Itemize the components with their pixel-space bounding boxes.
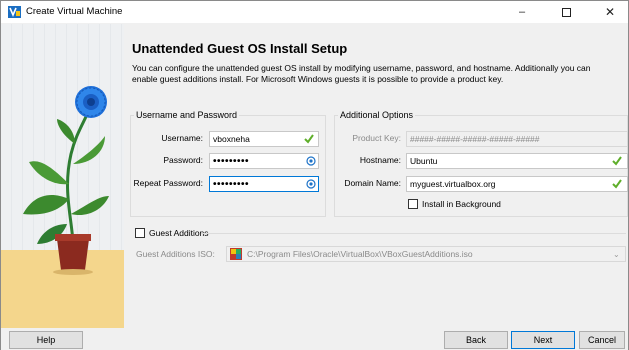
- repeat-password-field[interactable]: •••••••••: [209, 176, 319, 192]
- domain-name-label: Domain Name:: [344, 178, 401, 188]
- guest-additions-iso-value: C:\Program Files\Oracle\VirtualBox\VBoxG…: [247, 249, 473, 259]
- repeat-password-label: Repeat Password:: [133, 178, 203, 188]
- next-button[interactable]: Next: [511, 331, 575, 349]
- product-key-field: #####-#####-#####-#####-#####: [406, 131, 628, 147]
- show-repeat-password-icon[interactable]: [306, 179, 316, 189]
- domain-name-value: myguest.virtualbox.org: [410, 179, 496, 189]
- close-button[interactable]: ✕: [591, 1, 629, 23]
- help-button[interactable]: Help: [9, 331, 83, 349]
- guest-additions-checkbox[interactable]: [135, 228, 145, 238]
- username-label: Username:: [161, 133, 203, 143]
- product-key-label: Product Key:: [352, 133, 401, 143]
- domain-valid-icon: [612, 179, 622, 189]
- hostname-valid-icon: [612, 156, 622, 166]
- password-label: Password:: [163, 155, 203, 165]
- valid-check-icon: [304, 134, 314, 144]
- chevron-down-icon: ⌄: [613, 250, 620, 259]
- guest-additions-label: Guest Additions: [149, 228, 209, 238]
- show-password-icon[interactable]: [306, 156, 316, 166]
- guest-additions-divider: [201, 233, 626, 234]
- disc-image-icon: [230, 248, 242, 260]
- title-bar: Create Virtual Machine – ✕: [1, 1, 628, 23]
- minimize-button[interactable]: –: [503, 1, 541, 23]
- guest-additions-iso-label: Guest Additions ISO:: [136, 249, 215, 259]
- virtualbox-icon: [8, 6, 21, 18]
- guest-additions-iso-field: C:\Program Files\Oracle\VirtualBox\VBoxG…: [226, 246, 626, 262]
- close-icon: ✕: [604, 5, 616, 19]
- product-key-value: #####-#####-#####-#####-#####: [410, 134, 540, 144]
- plant-icon: [23, 86, 109, 275]
- page-description: You can configure the unattended guest O…: [132, 63, 591, 84]
- repeat-password-value: •••••••••: [213, 178, 250, 190]
- install-background-checkbox[interactable]: [408, 199, 418, 209]
- password-value: •••••••••: [213, 155, 250, 167]
- credentials-group-title: Username and Password: [134, 110, 240, 120]
- wizard-illustration: [1, 24, 124, 328]
- password-field[interactable]: •••••••••: [209, 153, 319, 169]
- additional-options-title: Additional Options: [338, 110, 416, 120]
- maximize-icon: [561, 7, 571, 17]
- install-background-label: Install in Background: [422, 199, 501, 209]
- cancel-button[interactable]: Cancel: [579, 331, 625, 349]
- username-value: vboxneha: [213, 134, 250, 144]
- create-vm-window: Create Virtual Machine – ✕ Unattended Gu…: [0, 0, 629, 350]
- minimize-icon: –: [518, 6, 526, 18]
- hostname-label: Hostname:: [359, 155, 401, 165]
- hostname-field[interactable]: Ubuntu: [406, 153, 628, 169]
- page-title: Unattended Guest OS Install Setup: [132, 41, 348, 56]
- back-button[interactable]: Back: [444, 331, 508, 349]
- window-title: Create Virtual Machine: [26, 6, 123, 17]
- username-field[interactable]: vboxneha: [209, 131, 319, 147]
- domain-name-field[interactable]: myguest.virtualbox.org: [406, 176, 628, 192]
- maximize-button[interactable]: [547, 1, 585, 23]
- hostname-value: Ubuntu: [410, 156, 438, 166]
